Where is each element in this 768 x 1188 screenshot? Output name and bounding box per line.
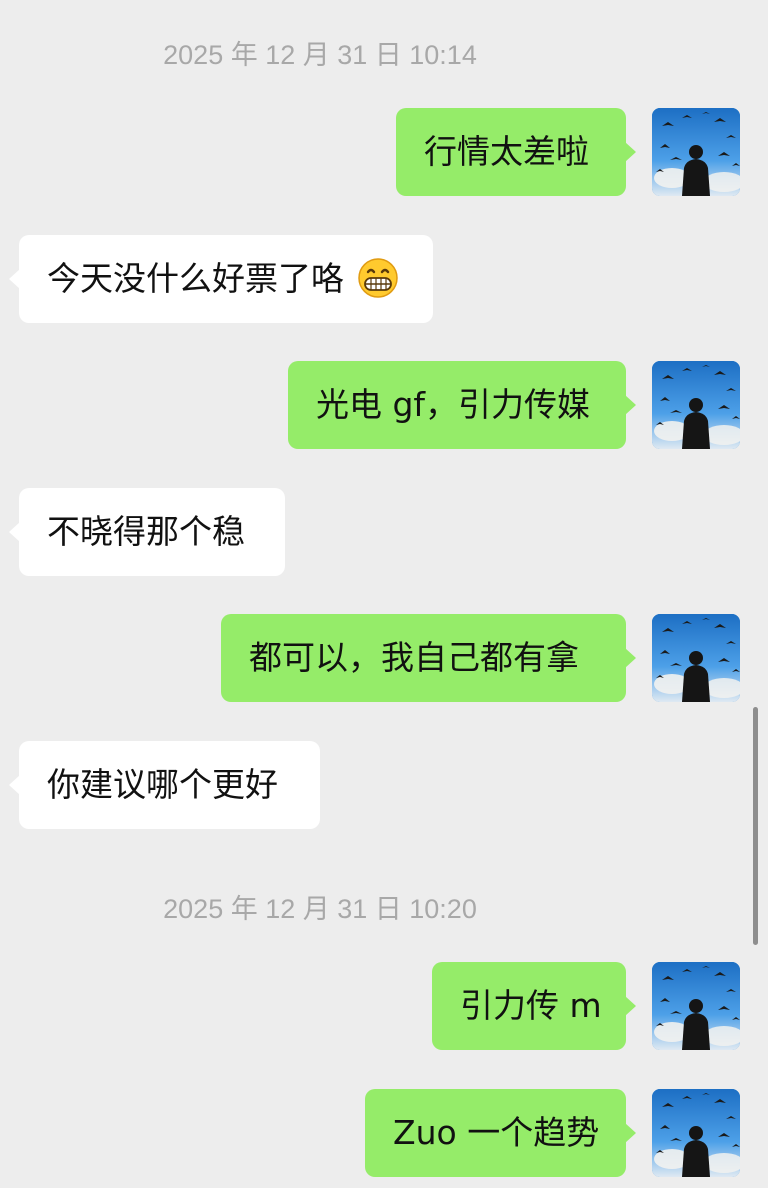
message-text: 都可以，我自己都有拿 (249, 638, 579, 677)
avatar-image (652, 614, 740, 702)
my-avatar[interactable] (652, 1089, 740, 1177)
message-text: 今天没什么好票了咯 (47, 259, 344, 298)
my-avatar[interactable] (652, 962, 740, 1050)
avatar-image (652, 361, 740, 449)
message-bubble-sent[interactable]: 都可以，我自己都有拿 (221, 614, 636, 702)
message-bubble-sent[interactable]: 行情太差啦 (396, 108, 636, 196)
message-text: 行情太差啦 (424, 132, 589, 171)
timestamp-1: 2025 年 12 月 31 日 10:14 (163, 40, 477, 70)
my-avatar[interactable] (652, 108, 740, 196)
avatar-image (652, 1089, 740, 1177)
message-text: 你建议哪个更好 (47, 765, 278, 804)
message-bubble-sent[interactable]: 引力传 m (432, 962, 636, 1050)
message-text: 引力传 m (460, 986, 602, 1025)
message-bubble-received[interactable]: 今天没什么好票了咯 (9, 235, 433, 323)
my-avatar[interactable] (652, 614, 740, 702)
message-bubble-sent[interactable]: Zuo 一个趋势 (365, 1089, 636, 1177)
message-text: Zuo 一个趋势 (393, 1113, 600, 1152)
message-bubble-sent[interactable]: 光电 gf，引力传媒 (288, 361, 636, 449)
timestamp-2: 2025 年 12 月 31 日 10:20 (163, 894, 477, 924)
avatar-image (652, 962, 740, 1050)
avatar-image (652, 108, 740, 196)
grinning-face-icon (357, 257, 398, 298)
scrollbar[interactable] (753, 707, 758, 945)
message-bubble-received[interactable]: 不晓得那个稳 (9, 488, 285, 576)
message-text: 不晓得那个稳 (47, 512, 245, 551)
message-bubble-received[interactable]: 你建议哪个更好 (9, 741, 320, 829)
message-text: 光电 gf，引力传媒 (316, 385, 591, 424)
my-avatar[interactable] (652, 361, 740, 449)
